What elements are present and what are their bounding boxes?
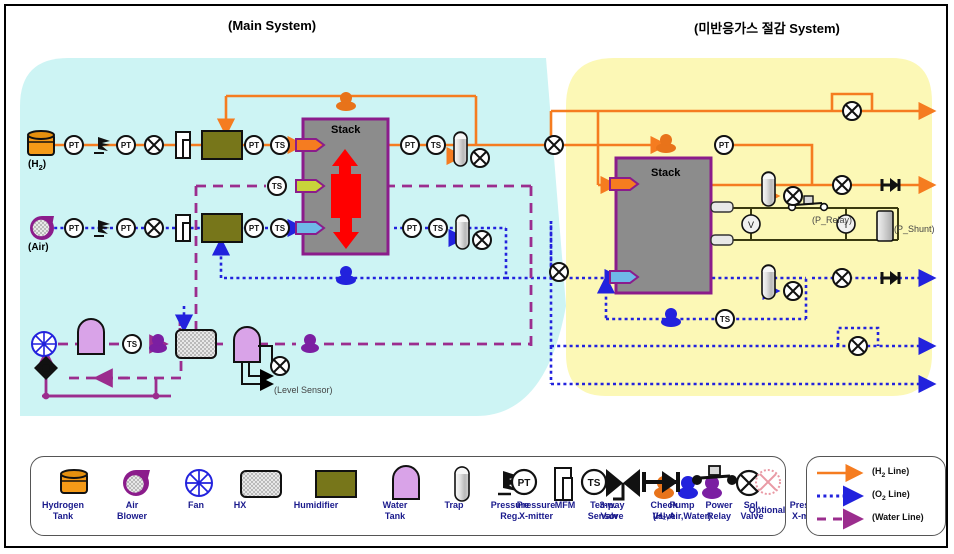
svg-text:TS: TS	[275, 141, 286, 150]
solenoid-valve-h2-trap	[470, 148, 490, 168]
humidifier-air	[201, 213, 243, 243]
legend-check-valve-icon	[642, 471, 680, 493]
svg-text:PT: PT	[249, 224, 259, 233]
legend-hydrogen-tank-icon	[60, 469, 88, 494]
solenoid-valve-air	[144, 218, 164, 238]
legend-water-tank-icon	[392, 465, 420, 500]
legend-temp-sensor-icon: TS	[580, 468, 608, 496]
svg-text:PT: PT	[69, 141, 79, 150]
trap-recovery-air	[761, 264, 776, 300]
mfm-h2	[175, 131, 191, 159]
solenoid-valve-water-drain	[270, 356, 290, 376]
svg-text:PT: PT	[249, 141, 259, 150]
solenoid-valve-boundary-air	[549, 262, 569, 282]
legend-label-line2: Tank	[52, 511, 74, 521]
svg-text:PT: PT	[719, 141, 729, 150]
air-source-label: (Air)	[28, 242, 49, 253]
solenoid-valve-boundary-h2	[544, 135, 564, 155]
svg-text:PT: PT	[518, 478, 531, 489]
solenoid-valve-recovery-bottom	[848, 336, 868, 356]
trap-h2-out	[453, 131, 468, 167]
stack-terminal-negative	[710, 234, 734, 246]
legend-pressure-transmitter-icon: PT	[510, 468, 538, 496]
legend-label-optional: Optional	[748, 505, 786, 515]
svg-text:TS: TS	[272, 182, 283, 191]
solenoid-valve-recovery-purge-top	[842, 101, 862, 121]
legend-optional-icon	[755, 469, 781, 495]
solenoid-valve-air-trap	[472, 230, 492, 250]
svg-text:TS: TS	[433, 224, 444, 233]
legend-symbols-box-right: PT TS	[476, 456, 784, 534]
level-sensor-label: (Level Sensor)	[274, 385, 333, 395]
hx-main	[175, 329, 217, 359]
legend-label-check-valve: Check Valve	[650, 500, 678, 521]
humidifier-h2	[201, 130, 243, 160]
svg-text:V: V	[748, 220, 754, 230]
svg-text:PT: PT	[69, 224, 79, 233]
svg-text:TS: TS	[431, 141, 442, 150]
solenoid-valve-recovery-h2-trap	[783, 186, 803, 206]
fan-icon-main	[31, 331, 57, 357]
shunt-resistor-icon	[876, 210, 894, 242]
legend-air-blower-icon	[123, 470, 150, 496]
mfm-air	[175, 214, 191, 242]
svg-text:TS: TS	[127, 340, 138, 349]
h2-source-label: (H2)	[28, 159, 47, 172]
legend-label-line1: Hydrogen	[41, 500, 84, 510]
legend-label-o2-line: (O2 Line)	[872, 489, 910, 502]
legend-label-h2-line: (H2 Line)	[872, 466, 910, 479]
main-stack-label: Stack	[331, 124, 361, 136]
svg-text:TS: TS	[588, 478, 601, 489]
diagram-root: (Main System) (미반응가스 절감 System) V I PT P…	[0, 0, 954, 554]
legend-trap-icon	[454, 466, 470, 502]
p-relay-label: (P_Relay)	[812, 215, 853, 225]
stack-terminal-positive	[710, 201, 734, 213]
legend-label-ts: Temp. Sensor	[587, 500, 619, 521]
solenoid-valve-recovery-h2-out	[832, 175, 852, 195]
air-blower-icon	[30, 216, 54, 240]
diagram-frame: (Main System) (미반응가스 절감 System) V I PT P…	[4, 4, 948, 548]
legend-humidifier-icon	[315, 470, 357, 498]
recovery-stack-label: Stack	[651, 167, 681, 179]
p-shunt-label: (P_Shunt)	[894, 224, 935, 234]
svg-text:PT: PT	[121, 224, 131, 233]
svg-text:PT: PT	[121, 141, 131, 150]
water-tank-main	[77, 318, 105, 355]
legend-label-hx: HX	[233, 500, 247, 510]
legend-label-air-blower: Air Blower	[116, 500, 147, 521]
legend-label-pt: Pressure X-mitter	[516, 500, 556, 521]
trap-recovery-h2	[761, 171, 776, 207]
legend-label-water-line: (Water Line)	[872, 512, 924, 522]
legend-label-humidifier: Humidifier	[293, 500, 339, 510]
water-tank-secondary	[233, 326, 261, 363]
svg-text:TS: TS	[720, 315, 731, 324]
legend-fan-icon	[185, 469, 213, 497]
trap-air-out	[455, 214, 470, 250]
legend-power-relay-icon	[692, 465, 737, 485]
svg-text:TS: TS	[275, 224, 286, 233]
svg-text:PT: PT	[405, 141, 415, 150]
legend-label-water-tank: Water Tank	[382, 500, 408, 521]
hydrogen-tank-icon	[27, 130, 55, 156]
solenoid-valve-recovery-air-out	[832, 268, 852, 288]
solenoid-valve-recovery-air-trap	[783, 281, 803, 301]
solenoid-valve-h2	[144, 135, 164, 155]
svg-text:PT: PT	[407, 224, 417, 233]
legend-hx-icon	[240, 470, 282, 498]
